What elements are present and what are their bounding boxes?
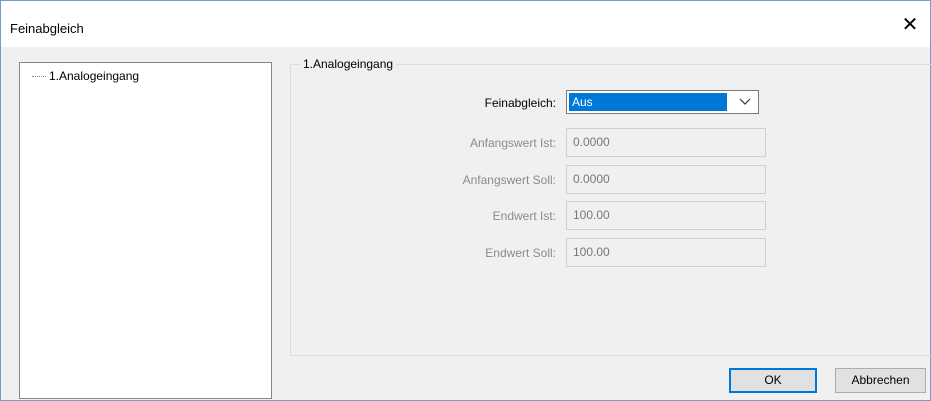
window-title: Feinabgleich [10, 21, 84, 36]
anfangswert-ist-field: 0.0000 [566, 128, 766, 157]
feinabgleich-select[interactable]: Aus [566, 90, 759, 114]
endwert-ist-label: Endwert Ist: [492, 209, 556, 223]
anfangswert-ist-label: Anfangswert Ist: [469, 136, 556, 150]
tree-item-label: 1.Analogeingang [49, 69, 140, 83]
anfangswert-soll-label: Anfangswert Soll: [462, 173, 556, 187]
anfangswert-soll-field: 0.0000 [566, 165, 766, 194]
ok-button[interactable]: OK [729, 368, 817, 393]
close-icon: ✕ [901, 13, 919, 36]
anfangswert-ist-row: Anfangswert Ist: 0.0000 [290, 128, 931, 158]
channel-tree[interactable]: 1.Analogeingang [19, 62, 272, 399]
endwert-soll-field: 100.00 [566, 238, 766, 267]
feinabgleich-selected-value: Aus [569, 93, 727, 111]
tree-connector-line [32, 75, 46, 77]
close-button[interactable]: ✕ [890, 9, 930, 39]
dialog-window: Feinabgleich ✕ 1.Analogeingang 1.Analoge… [0, 0, 931, 401]
feinabgleich-label: Feinabgleich: [484, 96, 556, 110]
endwert-soll-label: Endwert Soll: [485, 246, 556, 260]
anfangswert-soll-row: Anfangswert Soll: 0.0000 [290, 165, 931, 195]
tree-item-analogeingang[interactable]: 1.Analogeingang [32, 69, 139, 83]
title-bar: Feinabgleich ✕ [1, 1, 930, 47]
endwert-ist-row: Endwert Ist: 100.00 [290, 201, 931, 231]
feinabgleich-row: Feinabgleich: Aus [290, 88, 931, 118]
group-legend: 1.Analogeingang [300, 57, 397, 71]
chevron-down-icon[interactable] [739, 95, 751, 109]
endwert-soll-row: Endwert Soll: 100.00 [290, 238, 931, 268]
cancel-button[interactable]: Abbrechen [835, 368, 926, 393]
endwert-ist-field: 100.00 [566, 201, 766, 230]
